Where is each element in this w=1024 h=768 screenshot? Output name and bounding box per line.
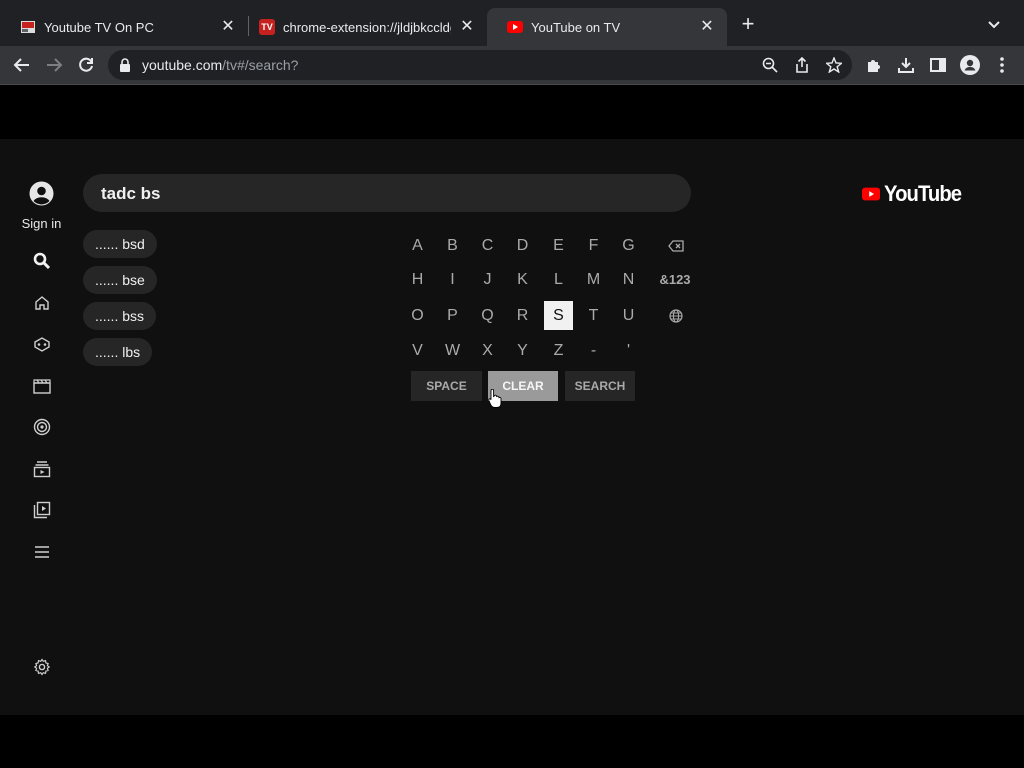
suggestion-chip[interactable]: ...... bss [83,302,157,330]
key-g[interactable]: G [614,231,643,260]
side-panel-icon[interactable] [928,55,948,75]
url-text: youtube.com/tv#/search? [142,57,298,73]
youtube-play-icon [862,187,881,201]
key-y[interactable]: Y [508,336,537,365]
movies-icon[interactable] [26,370,58,402]
key-t[interactable]: T [579,301,608,330]
tab-title: YouTube on TV [531,19,621,35]
key-w[interactable]: W [438,336,467,365]
search-icon[interactable] [26,245,58,277]
page-letterbox-top [0,85,1024,139]
key-d[interactable]: D [508,231,537,260]
extensions-icon[interactable] [864,55,884,75]
key-z[interactable]: Z [544,336,573,365]
key-k[interactable]: K [508,265,537,294]
tab-search-icon[interactable] [984,14,1004,34]
home-icon[interactable] [26,287,58,319]
key-e[interactable]: E [544,231,573,260]
download-icon[interactable] [896,55,916,75]
search-query-text: tadc bs [101,184,161,203]
close-tab-icon[interactable]: ✕ [459,19,475,35]
hand-cursor-icon [488,388,502,409]
key-s[interactable]: S [544,301,573,330]
key-x[interactable]: X [473,336,502,365]
suggestion-chip[interactable]: ...... bse [83,266,157,294]
address-bar[interactable]: youtube.com/tv#/search? [108,50,852,80]
browser-menu-icon[interactable] [992,55,1012,75]
menu-icon[interactable] [26,536,58,568]
tv-extension-icon: TV [259,19,275,35]
key-f[interactable]: F [579,231,608,260]
sign-in-label[interactable]: Sign in [0,216,83,231]
new-tab-button[interactable]: + [737,12,759,36]
live-icon[interactable] [26,411,58,443]
key-b[interactable]: B [438,231,467,260]
key-apostrophe[interactable]: ' [614,336,643,365]
account-avatar-icon[interactable] [29,181,54,206]
zoom-icon[interactable] [762,57,778,73]
key-p[interactable]: P [438,301,467,330]
tab-youtube-tv-on-pc[interactable]: Youtube TV On PC ✕ [0,8,248,46]
suggestion-chip[interactable]: ...... lbs [83,338,153,366]
forward-icon[interactable] [41,52,67,78]
tab-chrome-extension[interactable]: TV chrome-extension://jldjbkccldg ✕ [239,8,487,46]
settings-icon[interactable] [26,651,58,683]
key-a[interactable]: A [403,231,432,260]
youtube-icon [507,19,523,35]
symbols-key[interactable]: &123 [652,265,698,294]
key-l[interactable]: L [544,265,573,294]
tab-title: chrome-extension://jldjbkccldg [283,19,451,35]
bookmark-star-icon[interactable] [824,56,844,74]
youtube-wordmark: YouTube [884,181,962,206]
search-input[interactable]: tadc bs [83,174,691,212]
key-m[interactable]: M [579,265,608,294]
language-globe-icon[interactable] [661,301,690,330]
lock-icon[interactable] [119,58,131,72]
tab-strip: Youtube TV On PC ✕ TV chrome-extension:/… [0,0,1024,46]
key-c[interactable]: C [473,231,502,260]
reload-icon[interactable] [73,52,99,78]
backspace-key[interactable] [661,231,690,260]
subscriptions-icon[interactable] [26,453,58,485]
key-h[interactable]: H [403,265,432,294]
search-key[interactable]: SEARCH [565,371,635,401]
youtube-logo: YouTube [862,179,968,209]
library-icon[interactable] [26,494,58,526]
key-o[interactable]: O [403,301,432,330]
key-i[interactable]: I [438,265,467,294]
key-v[interactable]: V [403,336,432,365]
key-j[interactable]: J [473,265,502,294]
close-tab-icon[interactable]: ✕ [220,19,236,35]
browser-toolbar: youtube.com/tv#/search? [0,46,1024,84]
space-key[interactable]: SPACE [411,371,482,401]
key-hyphen[interactable]: - [579,336,608,365]
tab-youtube-on-tv[interactable]: YouTube on TV ✕ [487,8,727,46]
tab-title: Youtube TV On PC [44,19,154,35]
profile-icon[interactable] [960,55,980,75]
key-u[interactable]: U [614,301,643,330]
key-r[interactable]: R [508,301,537,330]
gaming-icon[interactable] [26,328,58,360]
youtube-tv-app [0,139,1024,715]
page-letterbox-bottom [0,715,1024,768]
back-icon[interactable] [9,52,35,78]
close-tab-icon[interactable]: ✕ [699,19,715,35]
url-host: youtube.com [142,57,223,73]
key-n[interactable]: N [614,265,643,294]
key-q[interactable]: Q [473,301,502,330]
page-thumbnail-icon [20,19,36,35]
url-path: /tv#/search? [222,57,299,73]
suggestion-chip[interactable]: ...... bsd [83,230,157,258]
share-icon[interactable] [794,56,810,73]
